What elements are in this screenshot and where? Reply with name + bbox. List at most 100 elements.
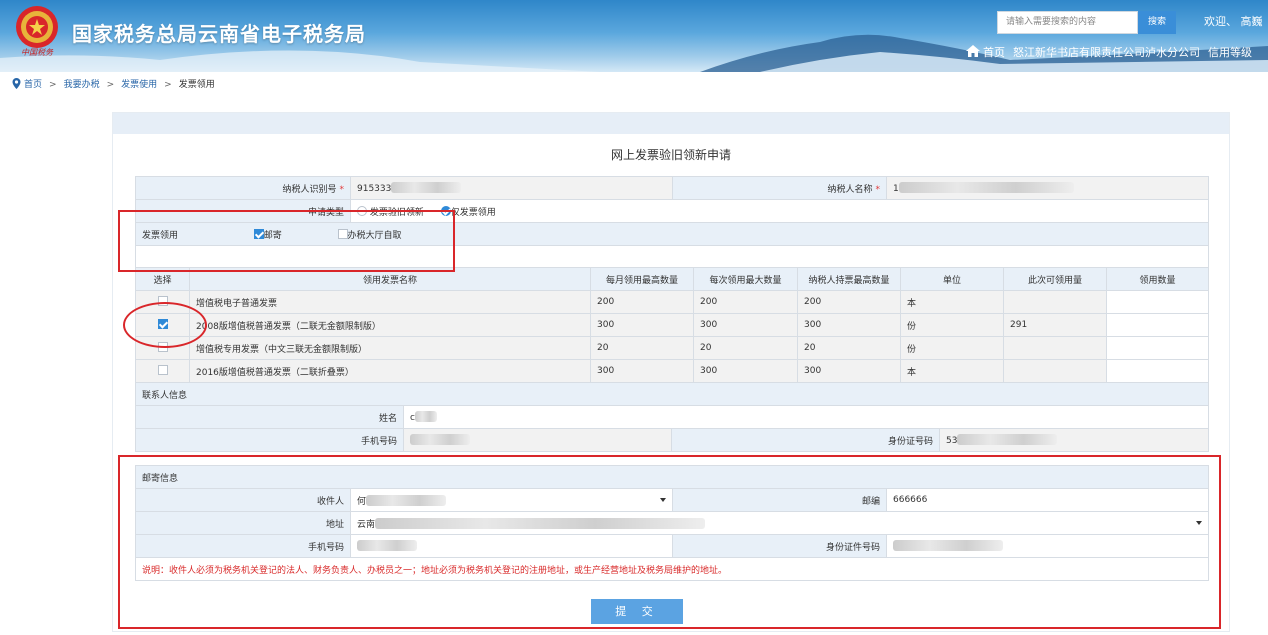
contact-name-value: c [402,405,1210,429]
mail-section-title: 邮寄信息 [134,465,1210,489]
taxpayer-name-value: 1 [886,176,1209,200]
contact-name-label: 姓名 [135,405,404,429]
breadcrumb: 首页 > 我要办税 > 发票使用 > 发票领用 [12,77,215,90]
row-checkbox[interactable] [157,365,168,375]
hold-max: 20 [797,336,901,360]
contact-phone-value [403,428,672,452]
breadcrumb-current: 发票领用 [178,80,215,90]
mail-id-input[interactable] [885,534,1210,558]
unit: 本 [900,290,1004,314]
mail-checkbox[interactable] [253,228,264,239]
chevron-down-icon [660,498,666,502]
col-available: 此次可领用量 [1003,267,1107,291]
invoice-table: 选择 领用发票名称 每月领用最高数量 每次领用最大数量 纳税人持票最高数量 单位… [135,267,1209,383]
form-title: 网上发票验旧领新申请 [610,148,731,162]
nav-home-link[interactable]: 首页 [983,46,1005,59]
col-name: 领用发票名称 [189,267,591,291]
table-row: 2008版增值税普通发票（二联无金额限制版） 300 300 300 份 291 [135,313,1209,337]
chevron-down-icon [1196,521,1203,525]
table-row: 2016版增值税普通发票（二联折叠票） 300 300 300 本 [135,359,1209,383]
mail-table: 邮寄信息 收件人 何 邮编 666666 地址 云南 手机号码 身份证件号码 说… [134,465,1210,581]
address-select[interactable]: 云南 [349,511,1210,535]
contact-table: 联系人信息 姓名 c 手机号码 身份证号码 53 [134,382,1210,452]
qty-input[interactable] [1106,313,1209,337]
contact-id-value: 53 [938,428,1210,452]
taxpayer-id-label: 纳税人识别号 * [135,176,351,200]
mail-note: 说明：收件人必须为税务机关登记的法人、财务负责人、办税员之一；地址必须为税务机关… [134,557,1210,581]
header-nav: 首页 怒江新华书店有限责任公司泸水分公司 信用等级 [966,44,1252,60]
submit-button[interactable]: 提 交 [591,599,683,624]
available [1003,359,1107,383]
unit: 份 [900,313,1004,337]
card-top-bar [113,113,1229,134]
table-row: 增值税电子普通发票 200 200 200 本 [135,290,1209,314]
hold-max: 300 [797,313,901,337]
col-qty: 领用数量 [1106,267,1209,291]
qty-input[interactable] [1106,290,1209,314]
address-label: 地址 [135,511,351,535]
monthly-max: 20 [590,336,694,360]
search-input[interactable]: 请输入需要搜索的内容 [997,11,1138,34]
taxpayer-name-label: 纳税人名称 * [672,176,887,200]
invoice-name: 2008版增值税普通发票（二联无金额限制版） [189,313,591,337]
invoice-name: 增值税电子普通发票 [189,290,591,314]
monthly-max: 200 [590,290,694,314]
apply-type-renew-label: 发票验旧领新 [369,207,424,218]
hall-pickup-checkbox[interactable] [337,228,348,239]
invoice-name: 2016版增值税普通发票（二联折叠票） [189,359,591,383]
credit-level-link[interactable]: 信用等级 [1208,46,1252,59]
table-row: 增值税专用发票（中文三联无金额限制版） 20 20 20 份 [135,336,1209,360]
taxpayer-id-value: 915333 [350,176,673,200]
row-checkbox[interactable] [157,319,168,329]
hold-max: 200 [797,290,901,314]
emblem-caption: 中国税务 [21,48,53,57]
per-max: 20 [693,336,798,360]
monthly-max: 300 [590,313,694,337]
blank-row [135,245,1209,269]
home-icon[interactable] [966,45,980,57]
per-max: 200 [693,290,798,314]
apply-type-receive-radio[interactable] [440,205,451,216]
available [1003,290,1107,314]
welcome-text: 欢迎、 高巍 [1204,15,1263,28]
recipient-label: 收件人 [135,488,351,512]
col-select: 选择 [135,267,190,291]
mail-phone-input[interactable] [350,534,673,558]
unit: 份 [900,336,1004,360]
row-checkbox[interactable] [157,342,168,352]
postcode-input[interactable]: 666666 [885,488,1210,512]
col-unit: 单位 [900,267,1004,291]
qty-input[interactable] [1106,336,1209,360]
breadcrumb-tax[interactable]: 我要办税 [64,80,100,90]
apply-type-renew-radio[interactable] [357,205,367,216]
invoice-name: 增值税专用发票（中文三联无金额限制版） [189,336,591,360]
col-monthly-max: 每月领用最高数量 [590,267,694,291]
breadcrumb-home[interactable]: 首页 [24,80,42,90]
col-hold-max: 纳税人持票最高数量 [797,267,901,291]
receive-method-label: 发票领用 [142,230,179,241]
available: 291 [1003,313,1107,337]
apply-type-receive-label: 仅发票领用 [450,207,496,218]
contact-id-label: 身份证号码 [671,428,940,452]
mail-phone-label: 手机号码 [135,534,351,558]
per-max: 300 [693,313,798,337]
apply-type-label: 申请类型 [135,199,351,223]
monthly-max: 300 [590,359,694,383]
contact-phone-label: 手机号码 [135,428,404,452]
recipient-select[interactable]: 何 [350,488,673,512]
tax-emblem-icon [16,6,58,48]
per-max: 300 [693,359,798,383]
row-checkbox[interactable] [157,296,168,306]
hold-max: 300 [797,359,901,383]
unit: 本 [900,359,1004,383]
location-pin-icon [12,78,21,89]
mail-checkbox-label: 邮寄 [263,230,282,241]
mail-id-label: 身份证件号码 [672,534,887,558]
search-button[interactable]: 搜索 [1138,11,1176,34]
site-title: 国家税务总局云南省电子税务局 [72,22,366,46]
qty-input[interactable] [1106,359,1209,383]
hall-pickup-label: 办税大厅自取 [347,230,402,241]
available [1003,336,1107,360]
contact-section-title: 联系人信息 [134,382,1210,406]
breadcrumb-invoice-use[interactable]: 发票使用 [121,80,157,90]
